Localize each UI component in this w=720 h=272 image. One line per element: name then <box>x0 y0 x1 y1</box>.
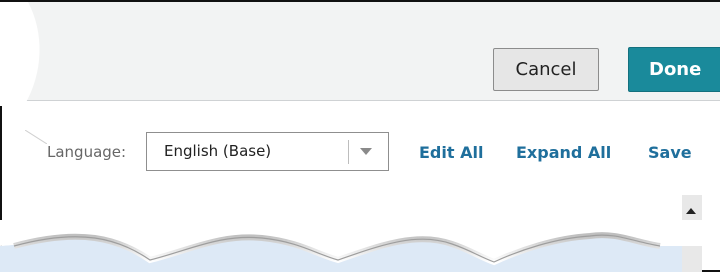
header-notch-decoration <box>0 2 40 106</box>
language-select-value: English (Base) <box>164 142 272 160</box>
dialog-header <box>2 2 720 101</box>
language-label: Language: <box>47 143 127 161</box>
language-select[interactable]: English (Base) <box>146 132 389 171</box>
chevron-down-icon[interactable] <box>360 148 372 155</box>
edit-all-link[interactable]: Edit All <box>419 143 483 162</box>
save-link[interactable]: Save <box>648 143 692 162</box>
expand-all-link[interactable]: Expand All <box>516 143 611 162</box>
select-divider <box>348 140 349 164</box>
torn-edge-cutoff <box>0 220 720 272</box>
torn-edge-mark <box>25 130 47 144</box>
cancel-button[interactable]: Cancel <box>493 48 599 91</box>
done-button[interactable]: Done <box>628 47 720 92</box>
arrow-up-icon[interactable] <box>686 208 696 214</box>
